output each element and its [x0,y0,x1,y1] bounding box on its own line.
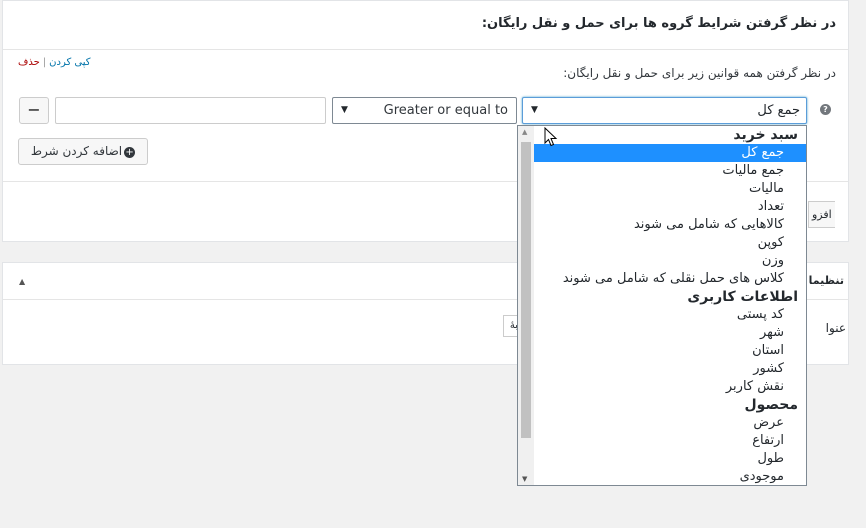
condition-value-input[interactable] [55,97,326,124]
add-condition-button[interactable]: +اضافه کردن شرط [18,138,148,165]
link-separator: | [42,57,47,68]
dropdown-option[interactable]: جمع مالیات [534,162,806,180]
scrollbar-thumb[interactable] [521,142,531,438]
dropdown-option[interactable]: نقش کاربر [534,378,806,396]
dropdown-group-label: سبد خرید [733,127,798,143]
dropdown-arrow-icon: ▼ [341,105,348,115]
collapse-toggle-icon[interactable]: ▲ [19,277,25,286]
scroll-down-icon[interactable]: ▼ [522,475,527,483]
dropdown-group-label: اطلاعات کاربری [687,289,798,305]
dropdown-option[interactable]: کشور [534,360,806,378]
condition-operator-value: Greater or equal to [383,103,508,118]
dropdown-option[interactable]: ارتفاع [534,432,806,450]
add-rule-button[interactable]: افزو [808,201,835,228]
remove-condition-button[interactable]: − [19,97,49,124]
dropdown-group-label: محصول [744,397,798,413]
dropdown-arrow-icon: ▼ [531,105,538,115]
settings-card-title: تنظیما [808,274,844,287]
dropdown-option[interactable]: مالیات [534,180,806,198]
dropdown-option[interactable]: کالاهایی که شامل می شوند [534,216,806,234]
plus-circle-icon: + [124,147,136,158]
rule-actions: کپی کردن|حذف [18,57,91,68]
copy-rule-link[interactable]: کپی کردن [49,57,90,68]
dropdown-options: سبد خرید جمع کل جمع مالیات مالیات تعداد کالاه… [534,126,806,485]
dropdown-option[interactable]: کد پستی [534,306,806,324]
help-icon[interactable]: ? [820,104,831,115]
settings-field-label: عنوا [825,321,846,335]
condition-operator-select[interactable]: ▼ Greater or equal to [332,97,517,124]
dropdown-option[interactable]: وزن [534,252,806,270]
condition-field-select[interactable]: ▼ جمع کل [522,97,807,124]
scroll-up-icon[interactable]: ▲ [522,128,527,136]
dropdown-option[interactable]: کوپن [534,234,806,252]
dropdown-option[interactable]: شهر [534,324,806,342]
dropdown-option[interactable]: جمع کل [534,144,806,162]
dropdown-option[interactable]: استان [534,342,806,360]
condition-field-dropdown[interactable]: ▲ ▼ سبد خرید جمع کل جمع مالیات مالیات تعداد ک… [517,125,807,486]
card-divider [3,49,848,50]
rule-subtitle: در نظر گرفتن همه قوانین زیر برای حمل و ن… [563,66,836,80]
delete-rule-link[interactable]: حذف [18,57,40,68]
condition-field-value: جمع کل [757,103,800,118]
dropdown-option[interactable]: تعداد [534,198,806,216]
mouse-cursor-icon [544,127,558,147]
dropdown-option[interactable]: عرض [534,414,806,432]
dropdown-option[interactable]: طول [534,450,806,468]
section-title: در نظر گرفتن شرایط گروه ها برای حمل و نق… [481,16,836,31]
add-condition-label: اضافه کردن شرط [30,144,123,158]
dropdown-option[interactable]: موجودی [534,468,806,485]
dropdown-option[interactable]: کلاس های حمل نقلی که شامل می شوند [534,270,806,288]
dropdown-scrollbar[interactable]: ▲ ▼ [518,126,534,485]
